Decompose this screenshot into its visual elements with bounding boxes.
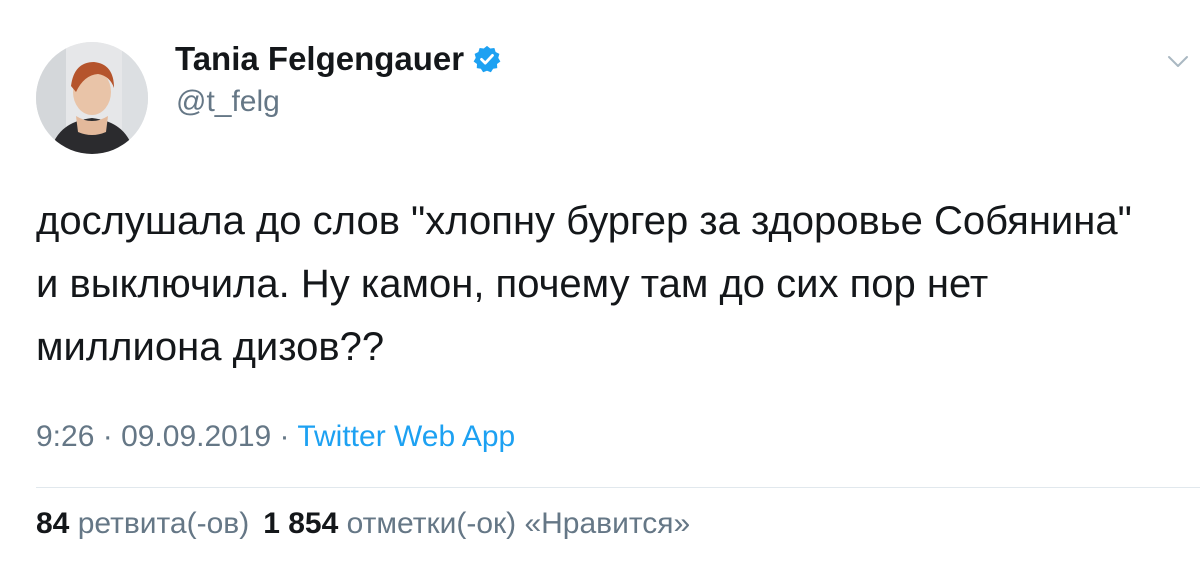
tweet-source-link[interactable]: Twitter Web App	[297, 420, 515, 453]
retweets-label: ретвита(-ов)	[77, 507, 250, 540]
tweet-text-line: миллиона дизов??	[36, 325, 385, 369]
chevron-down-icon[interactable]	[1167, 55, 1189, 69]
tweet-text-line: и выключила. Ну камон, почему там до сих…	[36, 262, 989, 306]
likes-count: 1 854	[263, 507, 339, 540]
tweet-meta: 9:26 · 09.09.2019 · Twitter Web App	[36, 420, 515, 454]
tweet-card: Tania Felgengauer @t_felg дослушала до с…	[0, 0, 1200, 565]
likes-stat[interactable]: 1 854 отметки(-ок) «Нравится»	[263, 507, 690, 540]
verified-badge-icon	[473, 45, 501, 73]
tweet-time[interactable]: 9:26	[36, 420, 94, 453]
divider	[36, 487, 1200, 488]
avatar-photo	[36, 42, 148, 154]
tweet-date[interactable]: 09.09.2019	[121, 420, 271, 453]
meta-separator: ·	[271, 420, 298, 453]
likes-label: отметки(-ок) «Нравится»	[346, 507, 691, 540]
user-name-text: Tania Felgengauer	[175, 40, 465, 77]
tweet-stats: 84 ретвита(-ов) 1 854 отметки(-ок) «Нрави…	[36, 507, 690, 541]
retweets-stat[interactable]: 84 ретвита(-ов)	[36, 507, 249, 540]
user-name[interactable]: Tania Felgengauer	[175, 40, 502, 78]
avatar[interactable]	[36, 42, 148, 154]
tweet-text: дослушала до слов "хлопну бургер за здор…	[36, 190, 1166, 379]
user-handle[interactable]: @t_felg	[176, 85, 280, 119]
tweet-text-line: дослушала до слов "хлопну бургер за здор…	[36, 199, 1132, 243]
retweets-count: 84	[36, 507, 70, 540]
meta-separator: ·	[94, 420, 122, 453]
